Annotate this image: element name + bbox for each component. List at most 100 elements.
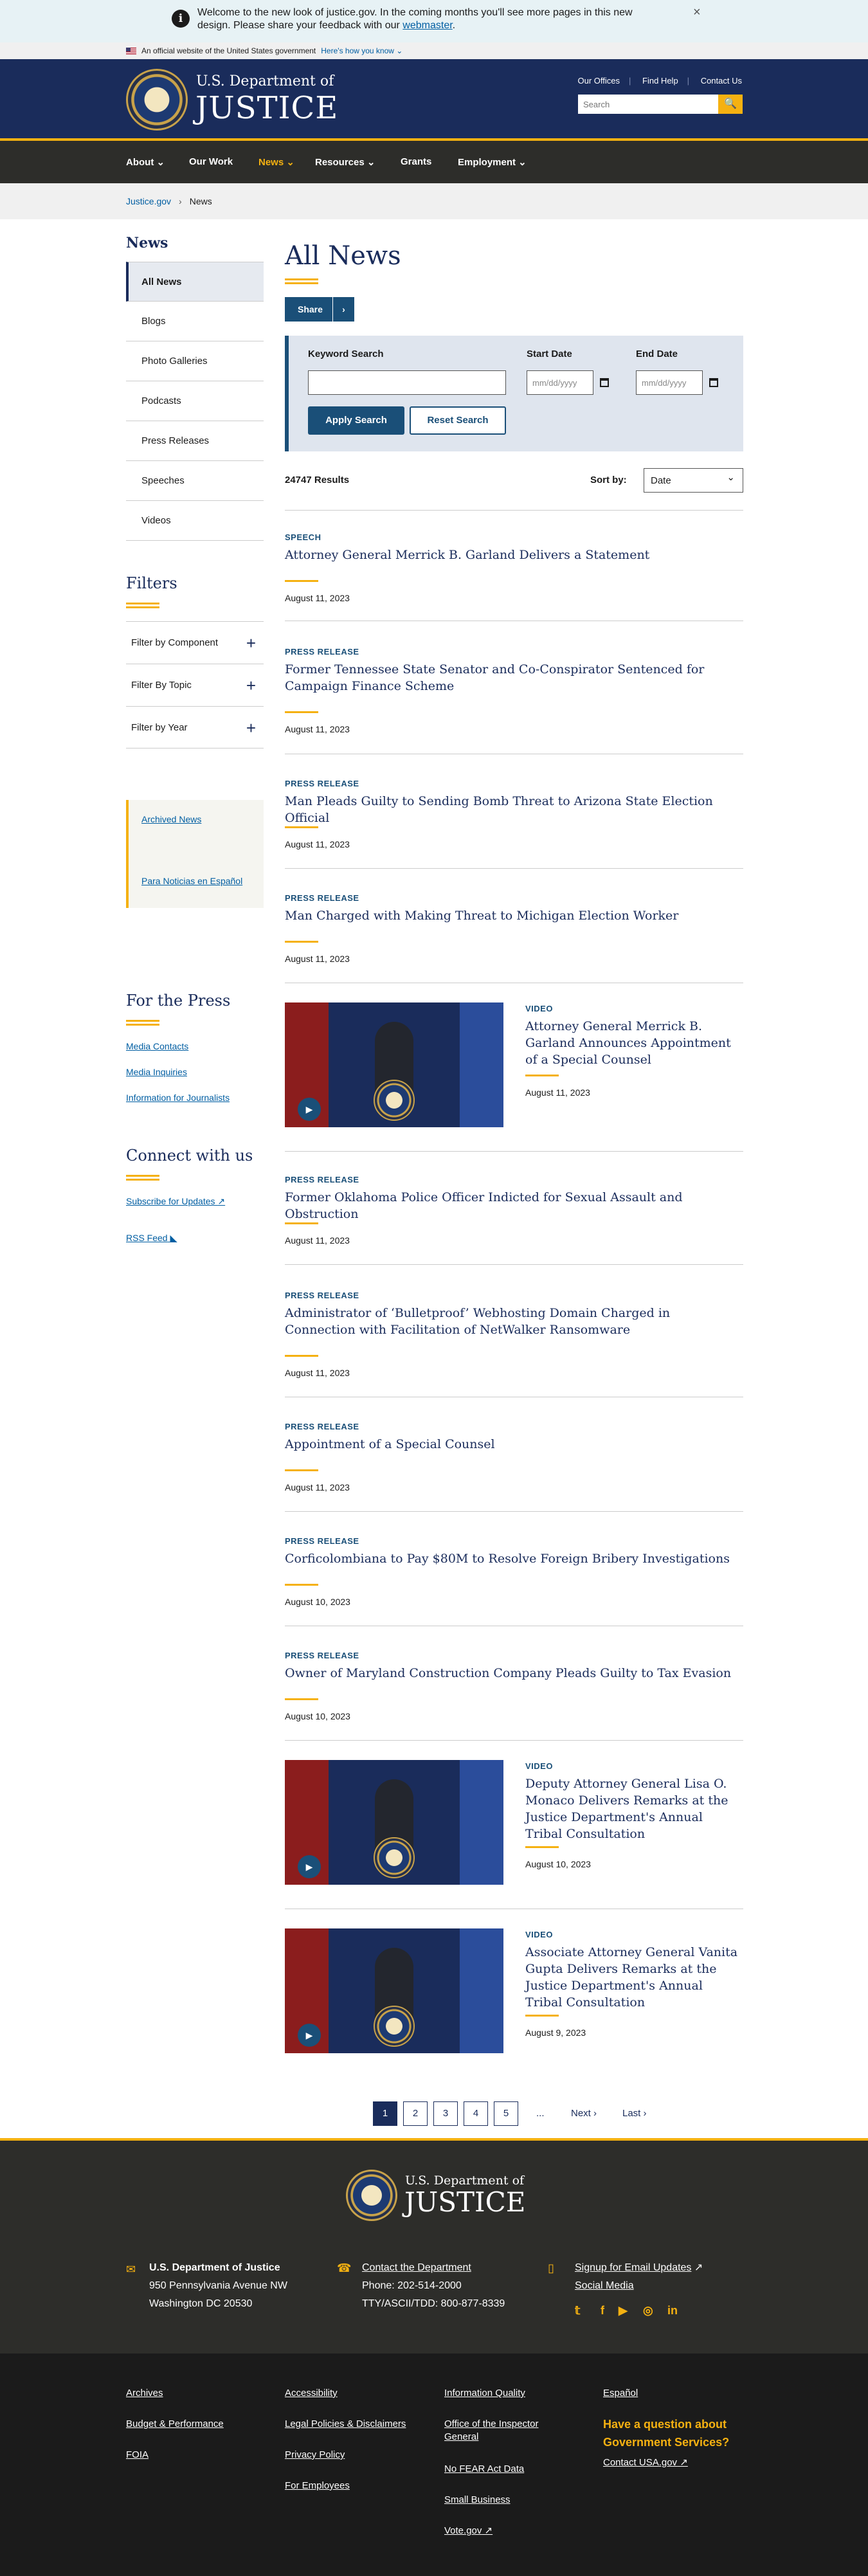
webmaster-link[interactable]: webmaster (402, 20, 452, 31)
reset-search-button[interactable]: Reset Search (410, 406, 506, 435)
close-icon[interactable]: × (693, 5, 701, 20)
nav-our-work[interactable]: Our Work (189, 156, 233, 167)
nav-resources[interactable]: Resources ⌄ (315, 156, 375, 168)
filter-component[interactable]: Filter by Component + (126, 621, 264, 664)
subscribe-link[interactable]: Subscribe for Updates ↗ (126, 1196, 264, 1207)
calendar-icon[interactable] (600, 378, 609, 387)
youtube-icon[interactable]: ▶ (619, 2304, 628, 2317)
page-2[interactable]: 2 (403, 2101, 428, 2126)
search-input[interactable] (578, 95, 718, 114)
news-title-link[interactable]: Corficolombiana to Pay $80M to Resolve F… (285, 1550, 743, 1567)
doj-seal-logo[interactable] (346, 2170, 397, 2221)
share-button[interactable]: Share › (285, 297, 354, 322)
sidebar-item-videos[interactable]: Videos (126, 501, 264, 541)
facebook-icon[interactable]: f (601, 2304, 604, 2317)
sidebar-item-speeches[interactable]: Speeches (126, 461, 264, 501)
foia-link[interactable]: FOIA (126, 2449, 149, 2462)
social-media-link[interactable]: Social Media (575, 2280, 634, 2291)
archived-news-link[interactable]: Archived News (141, 814, 264, 824)
next-page[interactable]: Next › (571, 2108, 597, 2119)
rss-icon: ◣ (170, 1233, 177, 1243)
employees-link[interactable]: For Employees (285, 2480, 350, 2492)
page-3[interactable]: 3 (433, 2101, 458, 2126)
video-thumbnail[interactable]: ▶ (285, 1760, 503, 1885)
video-thumbnail[interactable]: ▶ (285, 1002, 503, 1127)
twitter-icon[interactable]: 𝕥 (575, 2304, 580, 2317)
start-date-input[interactable]: mm/dd/yyyy (527, 370, 593, 395)
sort-select[interactable]: Date (644, 468, 743, 493)
news-title-link[interactable]: Man Charged with Making Threat to Michig… (285, 907, 743, 924)
small-business-link[interactable]: Small Business (444, 2494, 511, 2507)
news-item: PRESS RELEASE Former Tennessee State Sen… (285, 621, 743, 754)
doj-seal-logo[interactable] (126, 69, 188, 131)
news-item: PRESS RELEASE Former Oklahoma Police Off… (285, 1152, 743, 1265)
nav-about[interactable]: About ⌄ (126, 156, 165, 168)
journalists-info-link[interactable]: Information for Journalists (126, 1093, 264, 1103)
vote-link[interactable]: Vote.gov ↗ (444, 2525, 493, 2537)
filter-year[interactable]: Filter by Year + (126, 706, 264, 748)
utility-links: Our Offices | Find Help | Contact Us (577, 76, 743, 86)
archives-link[interactable]: Archives (126, 2387, 163, 2400)
page-5[interactable]: 5 (494, 2101, 518, 2126)
news-title-link[interactable]: Former Oklahoma Police Officer Indicted … (285, 1189, 743, 1222)
video-item: ▶ VIDEO Associate Attorney General Vanit… (285, 1909, 743, 2078)
logo-dept[interactable]: U.S. Department of (196, 73, 334, 89)
no-fear-link[interactable]: No FEAR Act Data (444, 2463, 524, 2476)
media-contacts-link[interactable]: Media Contacts (126, 1041, 264, 1051)
espanol-link[interactable]: Español (603, 2387, 638, 2400)
how-you-know-link[interactable]: Here's how you know ⌄ (321, 46, 402, 55)
media-inquiries-link[interactable]: Media Inquiries (126, 1067, 264, 1077)
contact-dept-link[interactable]: Contact the Department (362, 2262, 471, 2273)
end-date-input[interactable]: mm/dd/yyyy (636, 370, 703, 395)
sidebar-item-blogs[interactable]: Blogs (126, 302, 264, 341)
video-thumbnail[interactable]: ▶ (285, 1928, 503, 2053)
nav-news[interactable]: News ⌄ (258, 156, 294, 168)
news-title-link[interactable]: Appointment of a Special Counsel (285, 1436, 743, 1453)
inspector-general-link[interactable]: Office of the Inspector General (444, 2418, 566, 2444)
results-bar: 24747 Results Sort by: Date (285, 451, 743, 511)
find-help-link[interactable]: Find Help (642, 76, 678, 86)
news-title-link[interactable]: Attorney General Merrick B. Garland Deli… (285, 547, 743, 563)
page-1[interactable]: 1 (373, 2101, 397, 2126)
news-title-link[interactable]: Administrator of ‘Bulletproof’ Webhostin… (285, 1305, 743, 1338)
keyword-input[interactable] (308, 370, 506, 395)
budget-link[interactable]: Budget & Performance (126, 2418, 224, 2431)
accessibility-link[interactable]: Accessibility (285, 2387, 338, 2400)
press-section: For the Press Media Contacts Media Inqui… (126, 992, 264, 1103)
news-title-link[interactable]: Former Tennessee State Senator and Co-Co… (285, 661, 743, 694)
nav-grants[interactable]: Grants (401, 156, 431, 167)
news-title-link[interactable]: Attorney General Merrick B. Garland Anno… (525, 1018, 743, 1068)
results-count: 24747 Results (285, 475, 350, 485)
sidebar-item-photo-galleries[interactable]: Photo Galleries (126, 341, 264, 381)
breadcrumb-home[interactable]: Justice.gov (126, 196, 171, 206)
accent-bars (126, 603, 159, 608)
sidebar-item-press-releases[interactable]: Press Releases (126, 421, 264, 461)
last-page[interactable]: Last › (622, 2108, 647, 2119)
calendar-icon[interactable] (709, 378, 718, 387)
news-title-link[interactable]: Associate Attorney General Vanita Gupta … (525, 1944, 743, 2011)
usa-gov-link[interactable]: Contact USA.gov ↗ (603, 2456, 688, 2469)
legal-policies-link[interactable]: Legal Policies & Disclaimers (285, 2418, 406, 2431)
filter-topic[interactable]: Filter By Topic + (126, 664, 264, 706)
page-4[interactable]: 4 (464, 2101, 488, 2126)
sidebar-item-all-news[interactable]: All News (126, 262, 264, 302)
privacy-link[interactable]: Privacy Policy (285, 2449, 345, 2462)
news-title-link[interactable]: Deputy Attorney General Lisa O. Monaco D… (525, 1775, 743, 1842)
sidebar-title: News (126, 235, 168, 251)
logo-name[interactable]: JUSTICE (195, 90, 338, 126)
instagram-icon[interactable]: ◎ (643, 2304, 653, 2317)
news-title-link[interactable]: Man Pleads Guilty to Sending Bomb Threat… (285, 793, 743, 826)
footer-address: U.S. Department of Justice 950 Pennsylvan… (149, 2262, 287, 2309)
apply-search-button[interactable]: Apply Search (308, 406, 404, 435)
our-offices-link[interactable]: Our Offices (578, 76, 620, 86)
spanish-news-link[interactable]: Para Noticias en Español (141, 876, 264, 886)
info-quality-link[interactable]: Information Quality (444, 2387, 525, 2400)
search-button[interactable]: 🔍 (718, 95, 743, 114)
nav-employment[interactable]: Employment ⌄ (458, 156, 527, 168)
news-title-link[interactable]: Owner of Maryland Construction Company P… (285, 1665, 743, 1682)
linkedin-icon[interactable]: in (667, 2304, 678, 2317)
sidebar-item-podcasts[interactable]: Podcasts (126, 381, 264, 421)
contact-us-link[interactable]: Contact Us (701, 76, 742, 86)
rss-feed-link[interactable]: RSS Feed ◣ (126, 1233, 264, 1244)
email-updates-link[interactable]: Signup for Email Updates (575, 2262, 691, 2273)
